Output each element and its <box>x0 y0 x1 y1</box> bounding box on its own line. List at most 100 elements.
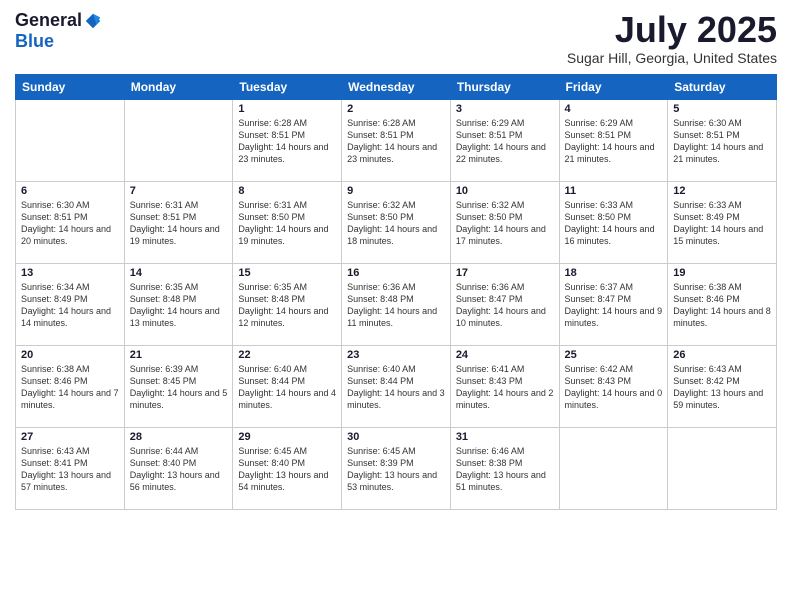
day-number: 13 <box>21 267 119 279</box>
day-info: Sunrise: 6:43 AM Sunset: 8:42 PM Dayligh… <box>673 363 771 412</box>
day-info: Sunrise: 6:28 AM Sunset: 8:51 PM Dayligh… <box>238 117 336 166</box>
day-info: Sunrise: 6:33 AM Sunset: 8:50 PM Dayligh… <box>565 199 663 248</box>
calendar-cell: 22 Sunrise: 6:40 AM Sunset: 8:44 PM Dayli… <box>233 345 342 427</box>
day-number: 22 <box>238 349 336 361</box>
day-info: Sunrise: 6:37 AM Sunset: 8:47 PM Dayligh… <box>565 281 663 330</box>
calendar-cell: 30 Sunrise: 6:45 AM Sunset: 8:39 PM Dayli… <box>342 427 451 509</box>
calendar-cell: 21 Sunrise: 6:39 AM Sunset: 8:45 PM Dayli… <box>124 345 233 427</box>
day-number: 12 <box>673 185 771 197</box>
location: Sugar Hill, Georgia, United States <box>567 50 777 66</box>
calendar-cell: 17 Sunrise: 6:36 AM Sunset: 8:47 PM Dayli… <box>450 263 559 345</box>
day-number: 18 <box>565 267 663 279</box>
day-info: Sunrise: 6:31 AM Sunset: 8:51 PM Dayligh… <box>130 199 228 248</box>
title-section: July 2025 Sugar Hill, Georgia, United St… <box>567 10 777 66</box>
calendar-cell: 12 Sunrise: 6:33 AM Sunset: 8:49 PM Dayli… <box>668 181 777 263</box>
day-info: Sunrise: 6:45 AM Sunset: 8:39 PM Dayligh… <box>347 445 445 494</box>
calendar-cell <box>124 99 233 181</box>
day-info: Sunrise: 6:29 AM Sunset: 8:51 PM Dayligh… <box>565 117 663 166</box>
day-number: 21 <box>130 349 228 361</box>
calendar-cell: 26 Sunrise: 6:43 AM Sunset: 8:42 PM Dayli… <box>668 345 777 427</box>
day-number: 17 <box>456 267 554 279</box>
calendar-cell: 9 Sunrise: 6:32 AM Sunset: 8:50 PM Daylig… <box>342 181 451 263</box>
day-info: Sunrise: 6:32 AM Sunset: 8:50 PM Dayligh… <box>347 199 445 248</box>
day-number: 24 <box>456 349 554 361</box>
logo: General Blue <box>15 10 102 52</box>
day-info: Sunrise: 6:39 AM Sunset: 8:45 PM Dayligh… <box>130 363 228 412</box>
calendar-week-2: 6 Sunrise: 6:30 AM Sunset: 8:51 PM Daylig… <box>16 181 777 263</box>
calendar-cell: 7Sunrise: 6:31 AM Sunset: 8:51 PM Daylig… <box>124 181 233 263</box>
day-number: 20 <box>21 349 119 361</box>
logo-blue: Blue <box>15 31 54 51</box>
day-info: Sunrise: 6:36 AM Sunset: 8:47 PM Dayligh… <box>456 281 554 330</box>
day-number: 9 <box>347 185 445 197</box>
calendar-week-3: 13Sunrise: 6:34 AM Sunset: 8:49 PM Dayli… <box>16 263 777 345</box>
calendar-cell <box>16 99 125 181</box>
header-sunday: Sunday <box>16 74 125 99</box>
day-info: Sunrise: 6:40 AM Sunset: 8:44 PM Dayligh… <box>347 363 445 412</box>
day-number: 16 <box>347 267 445 279</box>
day-number: 4 <box>565 103 663 115</box>
day-number: 2 <box>347 103 445 115</box>
day-number: 8 <box>238 185 336 197</box>
day-number: 30 <box>347 431 445 443</box>
day-number: 6 <box>21 185 119 197</box>
day-info: Sunrise: 6:31 AM Sunset: 8:50 PM Dayligh… <box>238 199 336 248</box>
day-number: 5 <box>673 103 771 115</box>
day-info: Sunrise: 6:38 AM Sunset: 8:46 PM Dayligh… <box>673 281 771 330</box>
day-info: Sunrise: 6:33 AM Sunset: 8:49 PM Dayligh… <box>673 199 771 248</box>
calendar-cell: 28Sunrise: 6:44 AM Sunset: 8:40 PM Dayli… <box>124 427 233 509</box>
logo-icon <box>84 12 102 30</box>
day-number: 10 <box>456 185 554 197</box>
day-number: 29 <box>238 431 336 443</box>
calendar-cell: 18 Sunrise: 6:37 AM Sunset: 8:47 PM Dayli… <box>559 263 668 345</box>
calendar-cell: 1 Sunrise: 6:28 AM Sunset: 8:51 PM Daylig… <box>233 99 342 181</box>
calendar-cell <box>668 427 777 509</box>
calendar: Sunday Monday Tuesday Wednesday Thursday… <box>15 74 777 510</box>
day-number: 26 <box>673 349 771 361</box>
calendar-week-1: 1 Sunrise: 6:28 AM Sunset: 8:51 PM Daylig… <box>16 99 777 181</box>
day-number: 28 <box>130 431 228 443</box>
day-number: 1 <box>238 103 336 115</box>
header-monday: Monday <box>124 74 233 99</box>
day-info: Sunrise: 6:42 AM Sunset: 8:43 PM Dayligh… <box>565 363 663 412</box>
logo-general: General <box>15 10 82 31</box>
calendar-header-row: Sunday Monday Tuesday Wednesday Thursday… <box>16 74 777 99</box>
header: General Blue July 2025 Sugar Hill, Georg… <box>15 10 777 66</box>
day-info: Sunrise: 6:41 AM Sunset: 8:43 PM Dayligh… <box>456 363 554 412</box>
calendar-cell: 24 Sunrise: 6:41 AM Sunset: 8:43 PM Dayli… <box>450 345 559 427</box>
day-info: Sunrise: 6:29 AM Sunset: 8:51 PM Dayligh… <box>456 117 554 166</box>
day-info: Sunrise: 6:30 AM Sunset: 8:51 PM Dayligh… <box>673 117 771 166</box>
calendar-cell: 23 Sunrise: 6:40 AM Sunset: 8:44 PM Dayli… <box>342 345 451 427</box>
calendar-cell: 11 Sunrise: 6:33 AM Sunset: 8:50 PM Dayli… <box>559 181 668 263</box>
calendar-cell: 27Sunrise: 6:43 AM Sunset: 8:41 PM Dayli… <box>16 427 125 509</box>
calendar-week-5: 27Sunrise: 6:43 AM Sunset: 8:41 PM Dayli… <box>16 427 777 509</box>
day-info: Sunrise: 6:32 AM Sunset: 8:50 PM Dayligh… <box>456 199 554 248</box>
calendar-cell: 10 Sunrise: 6:32 AM Sunset: 8:50 PM Dayli… <box>450 181 559 263</box>
calendar-cell: 20 Sunrise: 6:38 AM Sunset: 8:46 PM Dayli… <box>16 345 125 427</box>
calendar-cell: 16Sunrise: 6:36 AM Sunset: 8:48 PM Dayli… <box>342 263 451 345</box>
calendar-week-4: 20 Sunrise: 6:38 AM Sunset: 8:46 PM Dayli… <box>16 345 777 427</box>
day-info: Sunrise: 6:40 AM Sunset: 8:44 PM Dayligh… <box>238 363 336 412</box>
day-info: Sunrise: 6:45 AM Sunset: 8:40 PM Dayligh… <box>238 445 336 494</box>
calendar-cell: 4 Sunrise: 6:29 AM Sunset: 8:51 PM Daylig… <box>559 99 668 181</box>
calendar-cell: 14Sunrise: 6:35 AM Sunset: 8:48 PM Dayli… <box>124 263 233 345</box>
header-wednesday: Wednesday <box>342 74 451 99</box>
calendar-cell: 29 Sunrise: 6:45 AM Sunset: 8:40 PM Dayli… <box>233 427 342 509</box>
day-info: Sunrise: 6:30 AM Sunset: 8:51 PM Dayligh… <box>21 199 119 248</box>
calendar-cell: 15Sunrise: 6:35 AM Sunset: 8:48 PM Dayli… <box>233 263 342 345</box>
calendar-cell: 5 Sunrise: 6:30 AM Sunset: 8:51 PM Daylig… <box>668 99 777 181</box>
day-number: 25 <box>565 349 663 361</box>
header-tuesday: Tuesday <box>233 74 342 99</box>
header-thursday: Thursday <box>450 74 559 99</box>
month-title: July 2025 <box>567 10 777 50</box>
day-number: 27 <box>21 431 119 443</box>
calendar-cell: 25 Sunrise: 6:42 AM Sunset: 8:43 PM Dayli… <box>559 345 668 427</box>
calendar-cell: 8 Sunrise: 6:31 AM Sunset: 8:50 PM Daylig… <box>233 181 342 263</box>
day-info: Sunrise: 6:35 AM Sunset: 8:48 PM Dayligh… <box>238 281 336 330</box>
calendar-cell: 6 Sunrise: 6:30 AM Sunset: 8:51 PM Daylig… <box>16 181 125 263</box>
day-number: 19 <box>673 267 771 279</box>
calendar-cell: 3Sunrise: 6:29 AM Sunset: 8:51 PM Daylig… <box>450 99 559 181</box>
day-info: Sunrise: 6:38 AM Sunset: 8:46 PM Dayligh… <box>21 363 119 412</box>
day-number: 23 <box>347 349 445 361</box>
day-number: 11 <box>565 185 663 197</box>
